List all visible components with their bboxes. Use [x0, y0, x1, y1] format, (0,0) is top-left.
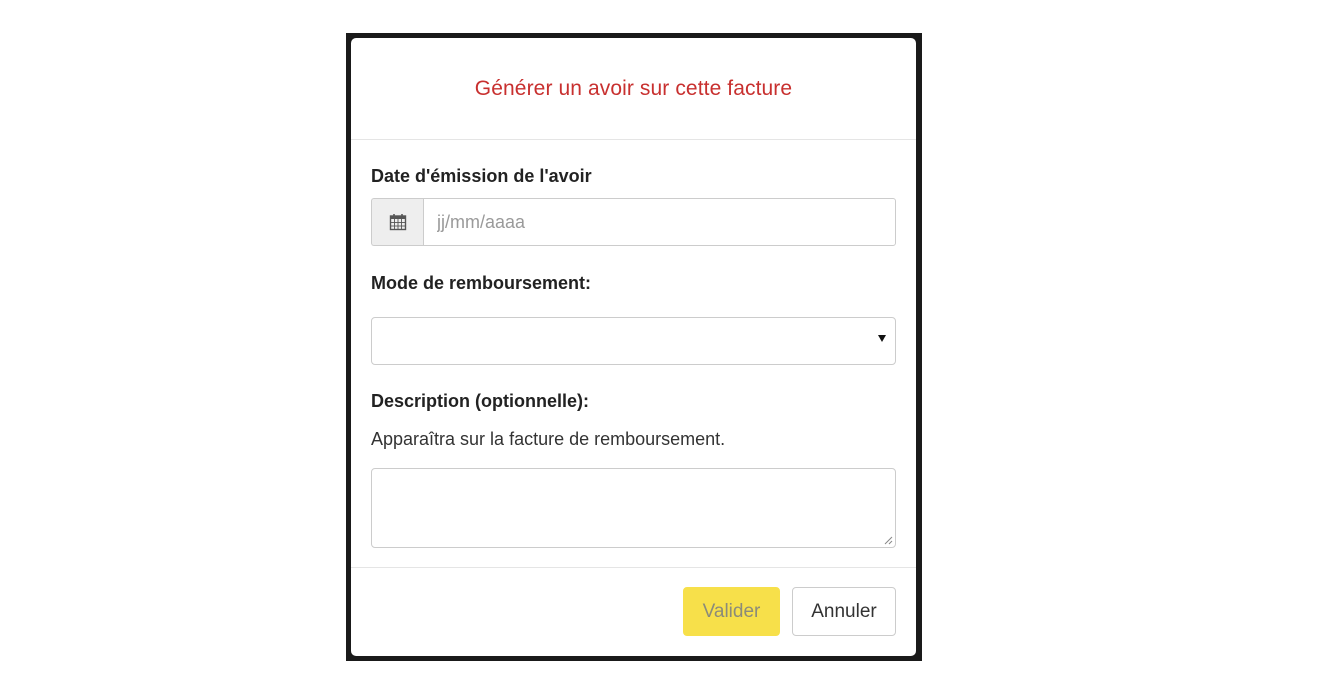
- modal-body: Date d'émission de l'avoir Mode de rembo…: [351, 140, 916, 567]
- modal-header: Générer un avoir sur cette facture: [351, 38, 916, 140]
- date-field-label: Date d'émission de l'avoir: [371, 166, 592, 186]
- cancel-button[interactable]: Annuler: [792, 587, 896, 636]
- refund-mode-label: Mode de remboursement:: [371, 273, 592, 293]
- date-input[interactable]: [423, 198, 896, 246]
- description-help-text: Apparaîtra sur la facture de rembourseme…: [371, 429, 726, 449]
- modal-title: Générer un avoir sur cette facture: [474, 76, 793, 100]
- resize-grip-icon[interactable]: [884, 536, 893, 545]
- modal-footer: Valider Annuler: [351, 567, 916, 656]
- date-input-group: [371, 198, 896, 246]
- description-label: Description (optionnelle):: [371, 391, 589, 411]
- caret-down-icon: [878, 335, 886, 342]
- refund-mode-select[interactable]: [371, 317, 896, 365]
- calendar-icon[interactable]: [371, 198, 423, 246]
- validate-button[interactable]: Valider: [683, 587, 780, 636]
- description-textarea[interactable]: [371, 468, 896, 548]
- credit-note-modal: Générer un avoir sur cette facture Date …: [351, 38, 916, 656]
